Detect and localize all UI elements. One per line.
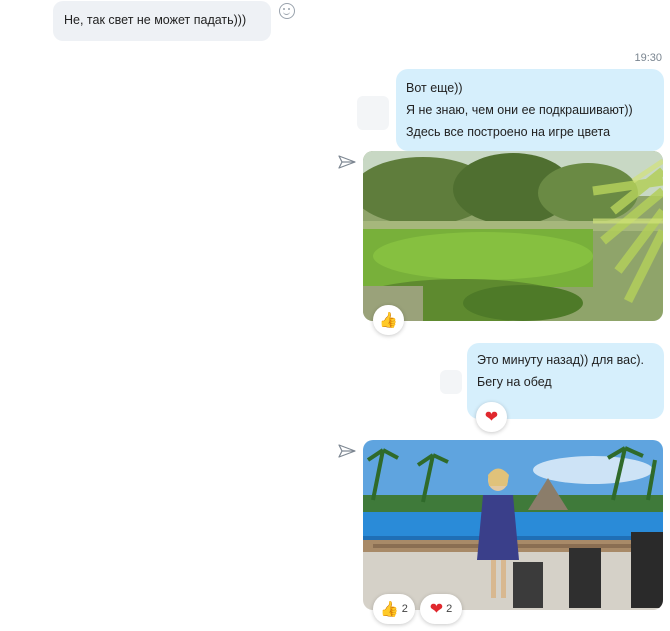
- message-line: Здесь все построено на игре цвета: [406, 125, 611, 139]
- photo-resort-pool[interactable]: [363, 440, 663, 610]
- lagoon-image: [363, 151, 663, 321]
- reaction-heart[interactable]: ❤: [476, 402, 507, 432]
- message-line: Я не знаю, чем они ее подкрашивают)): [406, 103, 633, 117]
- reaction-count: 2: [446, 603, 453, 615]
- thumbs-up-icon: 👍: [380, 601, 399, 618]
- photo-lagoon[interactable]: [363, 151, 663, 321]
- reaction-thumbs-up[interactable]: 👍 2: [373, 594, 415, 624]
- message-line: Это минуту назад)) для вас).: [477, 353, 644, 367]
- message-line: Бегу на обед: [477, 375, 552, 389]
- message-line: Вот еще)): [406, 81, 463, 95]
- incoming-message-text: Не, так свет не может падать))): [64, 13, 247, 27]
- heart-icon: ❤: [484, 409, 499, 426]
- add-reaction-emoji-icon[interactable]: [279, 3, 295, 19]
- reaction-count: 2: [401, 603, 408, 615]
- thumbs-up-icon: 👍: [379, 312, 398, 329]
- message-placeholder: [440, 370, 462, 394]
- heart-icon: ❤: [429, 601, 444, 618]
- incoming-message[interactable]: Не, так свет не может падать))): [53, 1, 271, 41]
- message-placeholder: [357, 96, 389, 130]
- message-timestamp: 19:30: [634, 52, 662, 64]
- outgoing-message[interactable]: Вот еще)) Я не знаю, чем они ее подкраши…: [396, 69, 664, 151]
- sent-status-icon: [338, 444, 356, 458]
- sent-status-icon: [338, 155, 356, 169]
- reaction-heart[interactable]: ❤ 2: [420, 594, 462, 624]
- resort-pool-image: [363, 440, 663, 610]
- reaction-thumbs-up[interactable]: 👍: [373, 305, 404, 335]
